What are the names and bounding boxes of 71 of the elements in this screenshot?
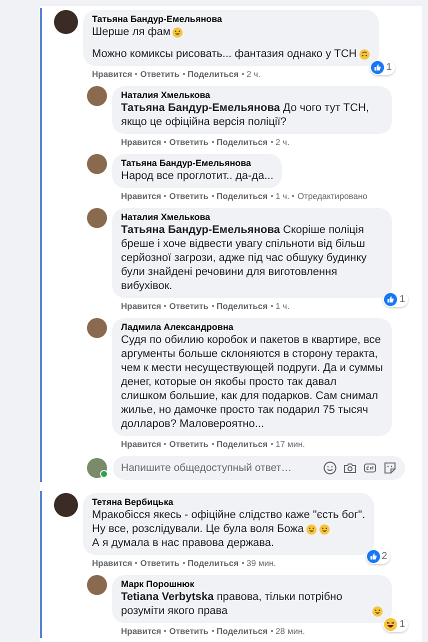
- timestamp[interactable]: 2 ч.: [246, 69, 260, 79]
- author-name[interactable]: Ладмила Александровна: [121, 322, 383, 332]
- action-link[interactable]: Нравится: [92, 69, 132, 79]
- thumbs-up-icon: [371, 61, 384, 74]
- comment-text: А я думала в нас правова держава.: [92, 536, 274, 550]
- action-link[interactable]: Нравится: [92, 558, 132, 568]
- comment-text: Судя по обилию коробок и пакетов в квартире, все аргументы больше склоняются в сторону теракта, чем к мести несуществующей подруги. Да и суммы денег, которые он якобы просто так давал слишком большие, как для подарков. Сам снимал жилье, но дамочке просто так подарил 75 тысяч долларов? Маловероятно...: [121, 333, 383, 431]
- comment-text: Татьяна Бандур-Емельянова До чого тут ТСН, якщо це офіційна версія поліції?: [121, 101, 370, 129]
- action-link[interactable]: Поделиться: [216, 439, 268, 449]
- thumbs-up-icon: [384, 293, 398, 306]
- smiley-icon: [372, 606, 383, 617]
- reaction-count: 1: [399, 294, 405, 305]
- action-link[interactable]: Поделиться: [216, 301, 268, 311]
- action-link[interactable]: Нравится: [121, 626, 162, 636]
- comment-text: Шерше ля фам: [92, 25, 170, 39]
- action-link[interactable]: Поделиться: [216, 626, 268, 636]
- action-link[interactable]: Нравится: [121, 137, 162, 147]
- smiley-icon: [318, 524, 330, 535]
- comment-text: Народ все проглотит.. да-да...: [121, 169, 274, 183]
- comment-text: Мракобісся якесь - офіційне слідство каже "єсть бог".: [92, 508, 366, 522]
- author-name[interactable]: Тетяна Вербицька: [92, 497, 366, 507]
- reaction-badge[interactable]: 1: [370, 60, 395, 75]
- action-link[interactable]: Нравится: [121, 301, 162, 311]
- action-link[interactable]: Нравится: [121, 439, 162, 449]
- avatar[interactable]: [54, 493, 78, 517]
- reaction-count: 2: [382, 551, 388, 562]
- author-name[interactable]: Татьяна Бандур-Емельянова: [92, 14, 370, 24]
- reaction-count: 1: [386, 62, 392, 73]
- action-link[interactable]: Поделиться: [188, 558, 239, 568]
- action-link[interactable]: Поделиться: [216, 137, 268, 147]
- action-link[interactable]: Ответить: [169, 191, 209, 201]
- author-name[interactable]: Татьяна Бандур-Емельянова: [121, 158, 274, 168]
- comment-text: Tetiana Verbytska правова, тільки потрібно розуміти якого права: [121, 590, 344, 618]
- gif-icon[interactable]: [363, 461, 377, 475]
- timestamp[interactable]: 1 ч.: [276, 301, 290, 311]
- author-name[interactable]: Марк Порошнюк: [121, 579, 383, 589]
- action-link[interactable]: Ответить: [169, 626, 209, 636]
- comment-text: Татьяна Бандур-Емельянова Скоріше поліція бреше і хоче відвести увагу спільноти від більш серйозної загрози, адже під час обшуку будинку були знайдені речовини для виготовлення вибухівок.: [121, 223, 368, 293]
- reaction-count: 1: [399, 619, 405, 630]
- comment-text: Ну все, розслідували. Це була воля Божа: [92, 522, 304, 536]
- reaction-badge[interactable]: 1: [383, 617, 408, 632]
- action-link[interactable]: Нравится: [121, 191, 162, 201]
- smiley-icon[interactable]: [323, 461, 337, 475]
- edited-label: Отредактировано: [297, 191, 368, 201]
- timestamp[interactable]: 39 мин.: [246, 558, 276, 568]
- action-link[interactable]: Поделиться: [216, 191, 268, 201]
- reaction-badge[interactable]: 1: [383, 292, 408, 307]
- action-link[interactable]: Поделиться: [188, 69, 239, 79]
- thumbs-up-icon: [366, 550, 380, 563]
- reaction-badge[interactable]: 2: [366, 549, 390, 564]
- action-link[interactable]: Ответить: [140, 69, 180, 79]
- camera-icon[interactable]: [343, 461, 357, 475]
- smiley-icon: [172, 27, 184, 38]
- action-link[interactable]: Ответить: [169, 439, 209, 449]
- reply-field[interactable]: Напишите общедоступный ответ…: [121, 462, 317, 474]
- sticker-icon[interactable]: [383, 461, 397, 475]
- action-link[interactable]: Ответить: [169, 301, 209, 311]
- timestamp[interactable]: 2 ч.: [276, 137, 290, 147]
- timestamp[interactable]: 28 мин.: [276, 626, 306, 636]
- smiley-icon: [306, 524, 317, 535]
- comment-text: Можно комиксы рисовать... фантазия однако у ТСН: [92, 47, 357, 61]
- laughing-face-icon: [384, 618, 398, 631]
- timestamp[interactable]: 1 ч.: [276, 191, 290, 201]
- author-name[interactable]: Наталия Хмелькова: [121, 212, 383, 222]
- timestamp[interactable]: 17 мин.: [276, 439, 306, 449]
- upside-down-face-icon: [358, 49, 370, 60]
- action-link[interactable]: Ответить: [169, 137, 209, 147]
- composer-bar[interactable]: Напишите общедоступный ответ…: [113, 456, 405, 480]
- avatar[interactable]: [54, 10, 78, 34]
- action-link[interactable]: Ответить: [140, 558, 180, 568]
- author-name[interactable]: Наталия Хмелькова: [121, 90, 383, 100]
